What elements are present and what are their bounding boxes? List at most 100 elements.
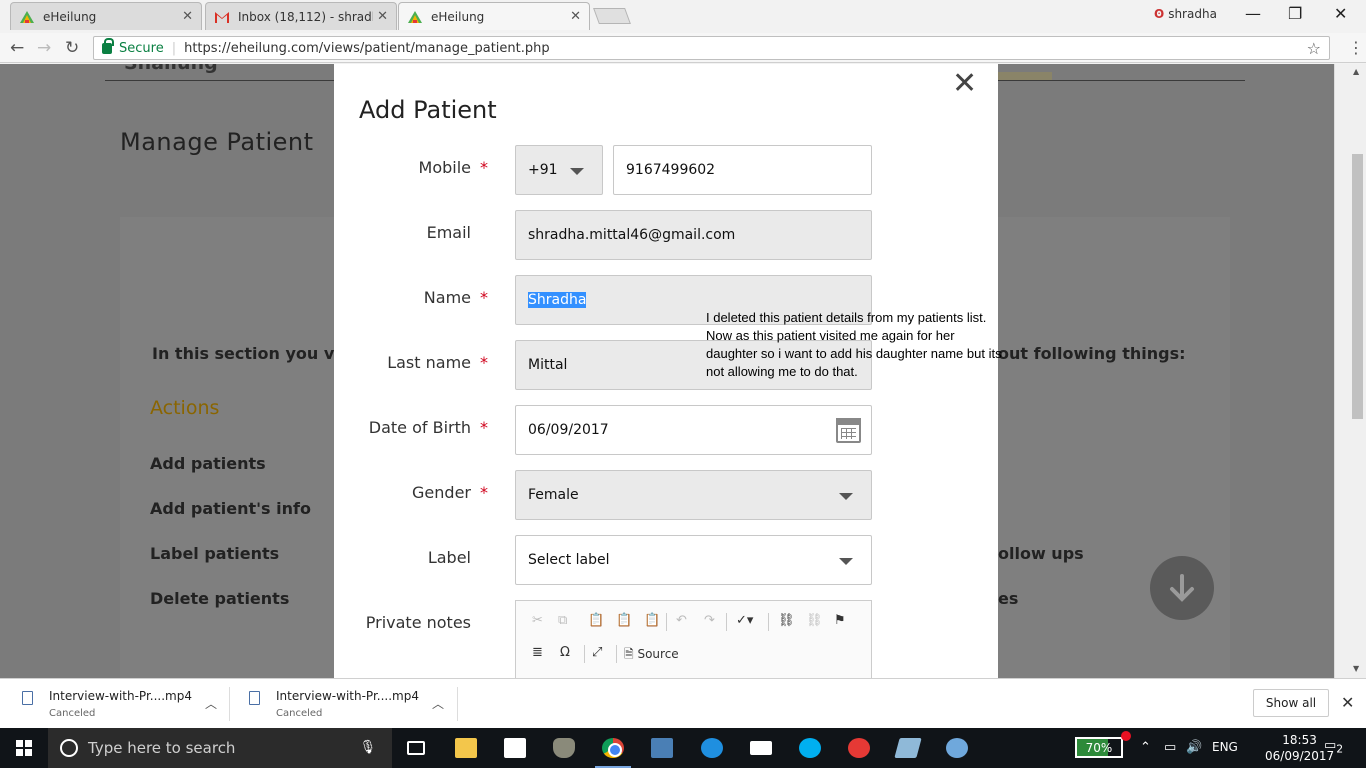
paint-icon[interactable] — [933, 728, 981, 768]
maximize-icon[interactable]: ⤢ — [592, 645, 602, 660]
scrollbar-thumb[interactable] — [1352, 154, 1363, 419]
horizontal-line-icon[interactable]: ≣ — [532, 645, 543, 660]
chevron-down-icon — [570, 168, 584, 175]
tab-gmail[interactable]: Inbox (18,112) - shradha ✕ — [205, 2, 397, 30]
close-shelf-icon[interactable]: ✕ — [1341, 693, 1354, 712]
skype-icon[interactable] — [786, 728, 834, 768]
close-icon[interactable]: ✕ — [952, 69, 977, 99]
arrow-down-icon — [1170, 574, 1194, 602]
dob-input[interactable]: 06/09/2017 — [515, 405, 872, 455]
chevron-up-icon[interactable]: ︿ — [432, 695, 444, 712]
back-arrow-icon[interactable]: ← — [10, 38, 24, 58]
security-shield-icon[interactable] — [540, 728, 588, 768]
action-delete-patients: Delete patients — [150, 589, 290, 608]
source-button[interactable]: 🗎 Source — [624, 645, 679, 666]
download-item[interactable]: Interview-with-Pr....mp4 Canceled ︿ — [249, 687, 449, 723]
omnibox-divider: | — [171, 40, 177, 56]
paste-icon[interactable]: 📋 — [588, 613, 604, 628]
close-window-icon[interactable]: ✕ — [1334, 4, 1347, 23]
scroll-up-icon[interactable]: ▲ — [1353, 67, 1359, 76]
store-icon[interactable] — [491, 728, 539, 768]
close-tab-icon[interactable]: ✕ — [570, 9, 581, 24]
private-notes-editor[interactable]: ✂ ⧉ 📋 📋 📋 ↶ ↷ ✓▾ ⛓ ⛓ ⚑ ≣ Ω ⤢ 🗎 Source — [515, 600, 872, 678]
scroll-down-icon[interactable]: ▼ — [1353, 664, 1359, 673]
required-marker: * — [480, 158, 488, 177]
unlink-icon[interactable]: ⛓ — [806, 613, 823, 628]
edge-icon[interactable] — [688, 728, 736, 768]
special-char-icon[interactable]: Ω — [560, 645, 570, 660]
name-value: Shradha — [528, 292, 587, 308]
email-value: shradha.mittal46@gmail.com — [528, 227, 736, 243]
file-explorer-icon[interactable] — [442, 728, 490, 768]
mail-icon[interactable] — [737, 728, 785, 768]
forward-arrow-icon[interactable]: → — [37, 38, 51, 58]
search-placeholder: Type here to search — [88, 739, 236, 757]
notification-dot — [1121, 731, 1131, 741]
new-tab-button[interactable] — [593, 8, 631, 24]
tab-eheilung-active[interactable]: eHeilung ✕ — [398, 2, 590, 30]
close-tab-icon[interactable]: ✕ — [182, 9, 193, 24]
profile-button[interactable]: ʘ shradha — [1154, 7, 1217, 21]
download-item[interactable]: Interview-with-Pr....mp4 Canceled ︿ — [22, 687, 222, 723]
chevron-down-icon — [839, 493, 853, 500]
language-indicator[interactable]: ENG — [1212, 740, 1238, 754]
microphone-icon[interactable]: 🎙 — [359, 740, 376, 755]
last-name-label: Last name — [387, 353, 471, 372]
minimize-icon[interactable]: — — [1245, 4, 1261, 23]
copy-icon[interactable]: ⧉ — [558, 613, 567, 628]
private-notes-label: Private notes — [365, 613, 471, 632]
gender-select[interactable]: Female — [515, 470, 872, 520]
calendar-icon[interactable] — [836, 418, 861, 443]
notification-count: 2 — [1336, 742, 1344, 756]
windows-start-icon[interactable] — [16, 740, 32, 756]
notes-app-icon[interactable] — [884, 728, 932, 768]
source-label: Source — [637, 647, 679, 661]
mail-app-icon[interactable] — [835, 728, 883, 768]
gender-value: Female — [528, 487, 579, 503]
email-input[interactable]: shradha.mittal46@gmail.com — [515, 210, 872, 260]
reload-icon[interactable]: ↻ — [65, 38, 79, 58]
network-icon[interactable]: ▭ — [1164, 740, 1176, 755]
download-divider — [229, 687, 230, 721]
download-status: Canceled — [276, 708, 323, 719]
task-view-icon[interactable] — [392, 728, 440, 768]
restore-icon[interactable]: ❐ — [1288, 4, 1302, 23]
address-bar[interactable]: Secure | https://eheilung.com/views/pati… — [93, 36, 1330, 60]
page-scrollbar[interactable]: ▲ ▼ — [1334, 64, 1366, 678]
battery-percent: 70% — [1085, 740, 1113, 755]
required-marker: * — [480, 353, 488, 372]
download-filename: Interview-with-Pr....mp4 — [49, 689, 192, 703]
tab-eheilung-1[interactable]: eHeilung ✕ — [10, 2, 202, 30]
dob-label: Date of Birth — [368, 418, 471, 437]
country-code-select[interactable]: +91 — [515, 145, 603, 195]
battery-indicator[interactable]: 70% — [1075, 737, 1123, 758]
link-icon[interactable]: ⛓ — [778, 613, 795, 628]
volume-icon[interactable]: 🔊 — [1186, 740, 1202, 755]
chevron-up-icon[interactable]: ︿ — [205, 695, 217, 712]
anchor-flag-icon[interactable]: ⚑ — [834, 613, 846, 628]
paste-text-icon[interactable]: 📋 — [616, 613, 632, 628]
action-center-icon[interactable]: ▭2 — [1324, 738, 1343, 756]
undo-icon[interactable]: ↶ — [676, 613, 687, 628]
cortana-icon — [60, 739, 78, 757]
action-add-patient-info: Add patient's info — [150, 499, 311, 518]
tray-chevron-icon[interactable]: ⌃ — [1140, 740, 1151, 755]
toolbar-divider — [584, 645, 585, 663]
mobile-input[interactable]: 9167499602 — [613, 145, 872, 195]
bookmark-star-icon[interactable]: ☆ — [1307, 39, 1321, 58]
redo-icon[interactable]: ↷ — [704, 613, 715, 628]
lenovo-app-icon[interactable] — [638, 728, 686, 768]
chrome-icon[interactable] — [589, 728, 637, 768]
menu-dots-icon[interactable]: ⋮ — [1348, 38, 1364, 57]
close-tab-icon[interactable]: ✕ — [377, 9, 388, 24]
show-all-button[interactable]: Show all — [1253, 689, 1329, 717]
spellcheck-icon[interactable]: ✓▾ — [736, 613, 753, 628]
label-select[interactable]: Select label — [515, 535, 872, 585]
taskbar-search-box[interactable]: Type here to search 🎙 — [48, 728, 392, 768]
gmail-favicon — [215, 11, 229, 23]
toolbar-divider — [768, 613, 769, 631]
paste-word-icon[interactable]: 📋 — [644, 613, 660, 628]
cut-icon[interactable]: ✂ — [532, 613, 543, 628]
scroll-down-button[interactable] — [1150, 556, 1214, 620]
mobile-label: Mobile — [418, 158, 471, 177]
